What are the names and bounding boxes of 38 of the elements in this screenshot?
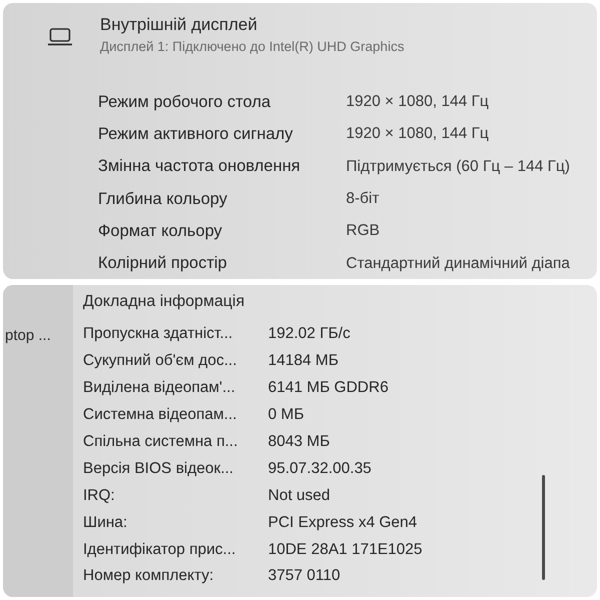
property-value: Not used: [268, 486, 332, 505]
property-value: Стандартний динамічний діапа: [346, 254, 571, 273]
property-value: RGB: [346, 222, 381, 240]
display-title: Внутрішній дисплей: [100, 14, 258, 36]
property-value: 3757 0110: [268, 567, 342, 586]
property-value: 6141 МБ GDDR6: [268, 379, 390, 398]
property-value: PCI Express x4 Gen4: [268, 514, 418, 532]
property-label: Ідентифікатор прис...: [83, 540, 237, 559]
section-heading: Докладна інформація: [83, 292, 246, 312]
scrollbar-thumb[interactable]: [542, 475, 545, 580]
property-label: Сукупний об'єм дос...: [83, 352, 238, 370]
property-value: 8043 МБ: [268, 433, 331, 451]
property-label: Формат кольору: [98, 222, 224, 241]
property-label: Глибина кольору: [98, 190, 228, 209]
property-label: Шина:: [83, 514, 128, 532]
property-label: Режим активного сигналу: [98, 124, 294, 144]
laptop-icon: [48, 28, 72, 46]
property-value: 0 МБ: [268, 406, 306, 424]
property-value: Підтримується (60 Гц – 144 Гц): [346, 158, 571, 176]
sidebar-item[interactable]: ptop ...: [3, 327, 73, 344]
property-value: 8-біт: [346, 190, 380, 208]
property-label: Спільна системна п...: [83, 433, 239, 451]
property-value: 14184 МБ: [268, 352, 340, 370]
property-label: Номер комплекту:: [83, 567, 215, 586]
property-label: Системна відеопам...: [83, 406, 238, 424]
display-subtitle: Дисплей 1: Підключено до Intel(R) UHD Graphics: [100, 38, 404, 56]
property-label: Пропускна здатніст...: [83, 325, 234, 344]
property-label: Змінна частота оновлення: [98, 157, 302, 176]
property-label: IRQ:: [83, 486, 116, 505]
property-label: Виділена відеопам'...: [83, 379, 236, 398]
property-label: Версія BIOS відеок...: [83, 460, 234, 478]
property-value: 1920 × 1080, 144 Гц: [346, 125, 490, 144]
property-value: 1920 × 1080, 144 Гц: [346, 93, 490, 112]
property-value: 10DE 28A1 171E1025: [268, 540, 424, 559]
property-value: 192.02 ГБ/с: [268, 325, 352, 344]
property-label: Режим робочого стола: [98, 92, 272, 112]
property-label: Колірний простір: [98, 254, 228, 274]
property-value: 95.07.32.00.35: [268, 460, 372, 478]
